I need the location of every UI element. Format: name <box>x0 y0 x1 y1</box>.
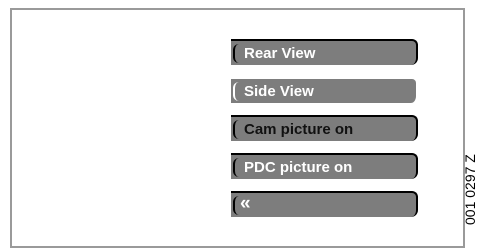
back-button[interactable]: « <box>231 191 418 217</box>
display-frame: Rear View Side View Cam picture on PDC p… <box>10 8 465 248</box>
cam-picture-on-label: Cam picture on <box>244 121 354 138</box>
pdc-picture-on-button[interactable]: PDC picture on <box>231 153 418 179</box>
rear-view-label: Rear View <box>244 45 316 62</box>
cam-picture-on-button[interactable]: Cam picture on <box>231 115 418 141</box>
rear-view-button[interactable]: Rear View <box>231 39 418 65</box>
side-view-label: Side View <box>244 83 314 100</box>
figure-code: 001 0297 Z <box>462 154 478 225</box>
double-chevron-left-icon: « <box>240 193 251 214</box>
pdc-picture-on-label: PDC picture on <box>244 159 353 176</box>
side-view-button[interactable]: Side View <box>231 77 418 103</box>
